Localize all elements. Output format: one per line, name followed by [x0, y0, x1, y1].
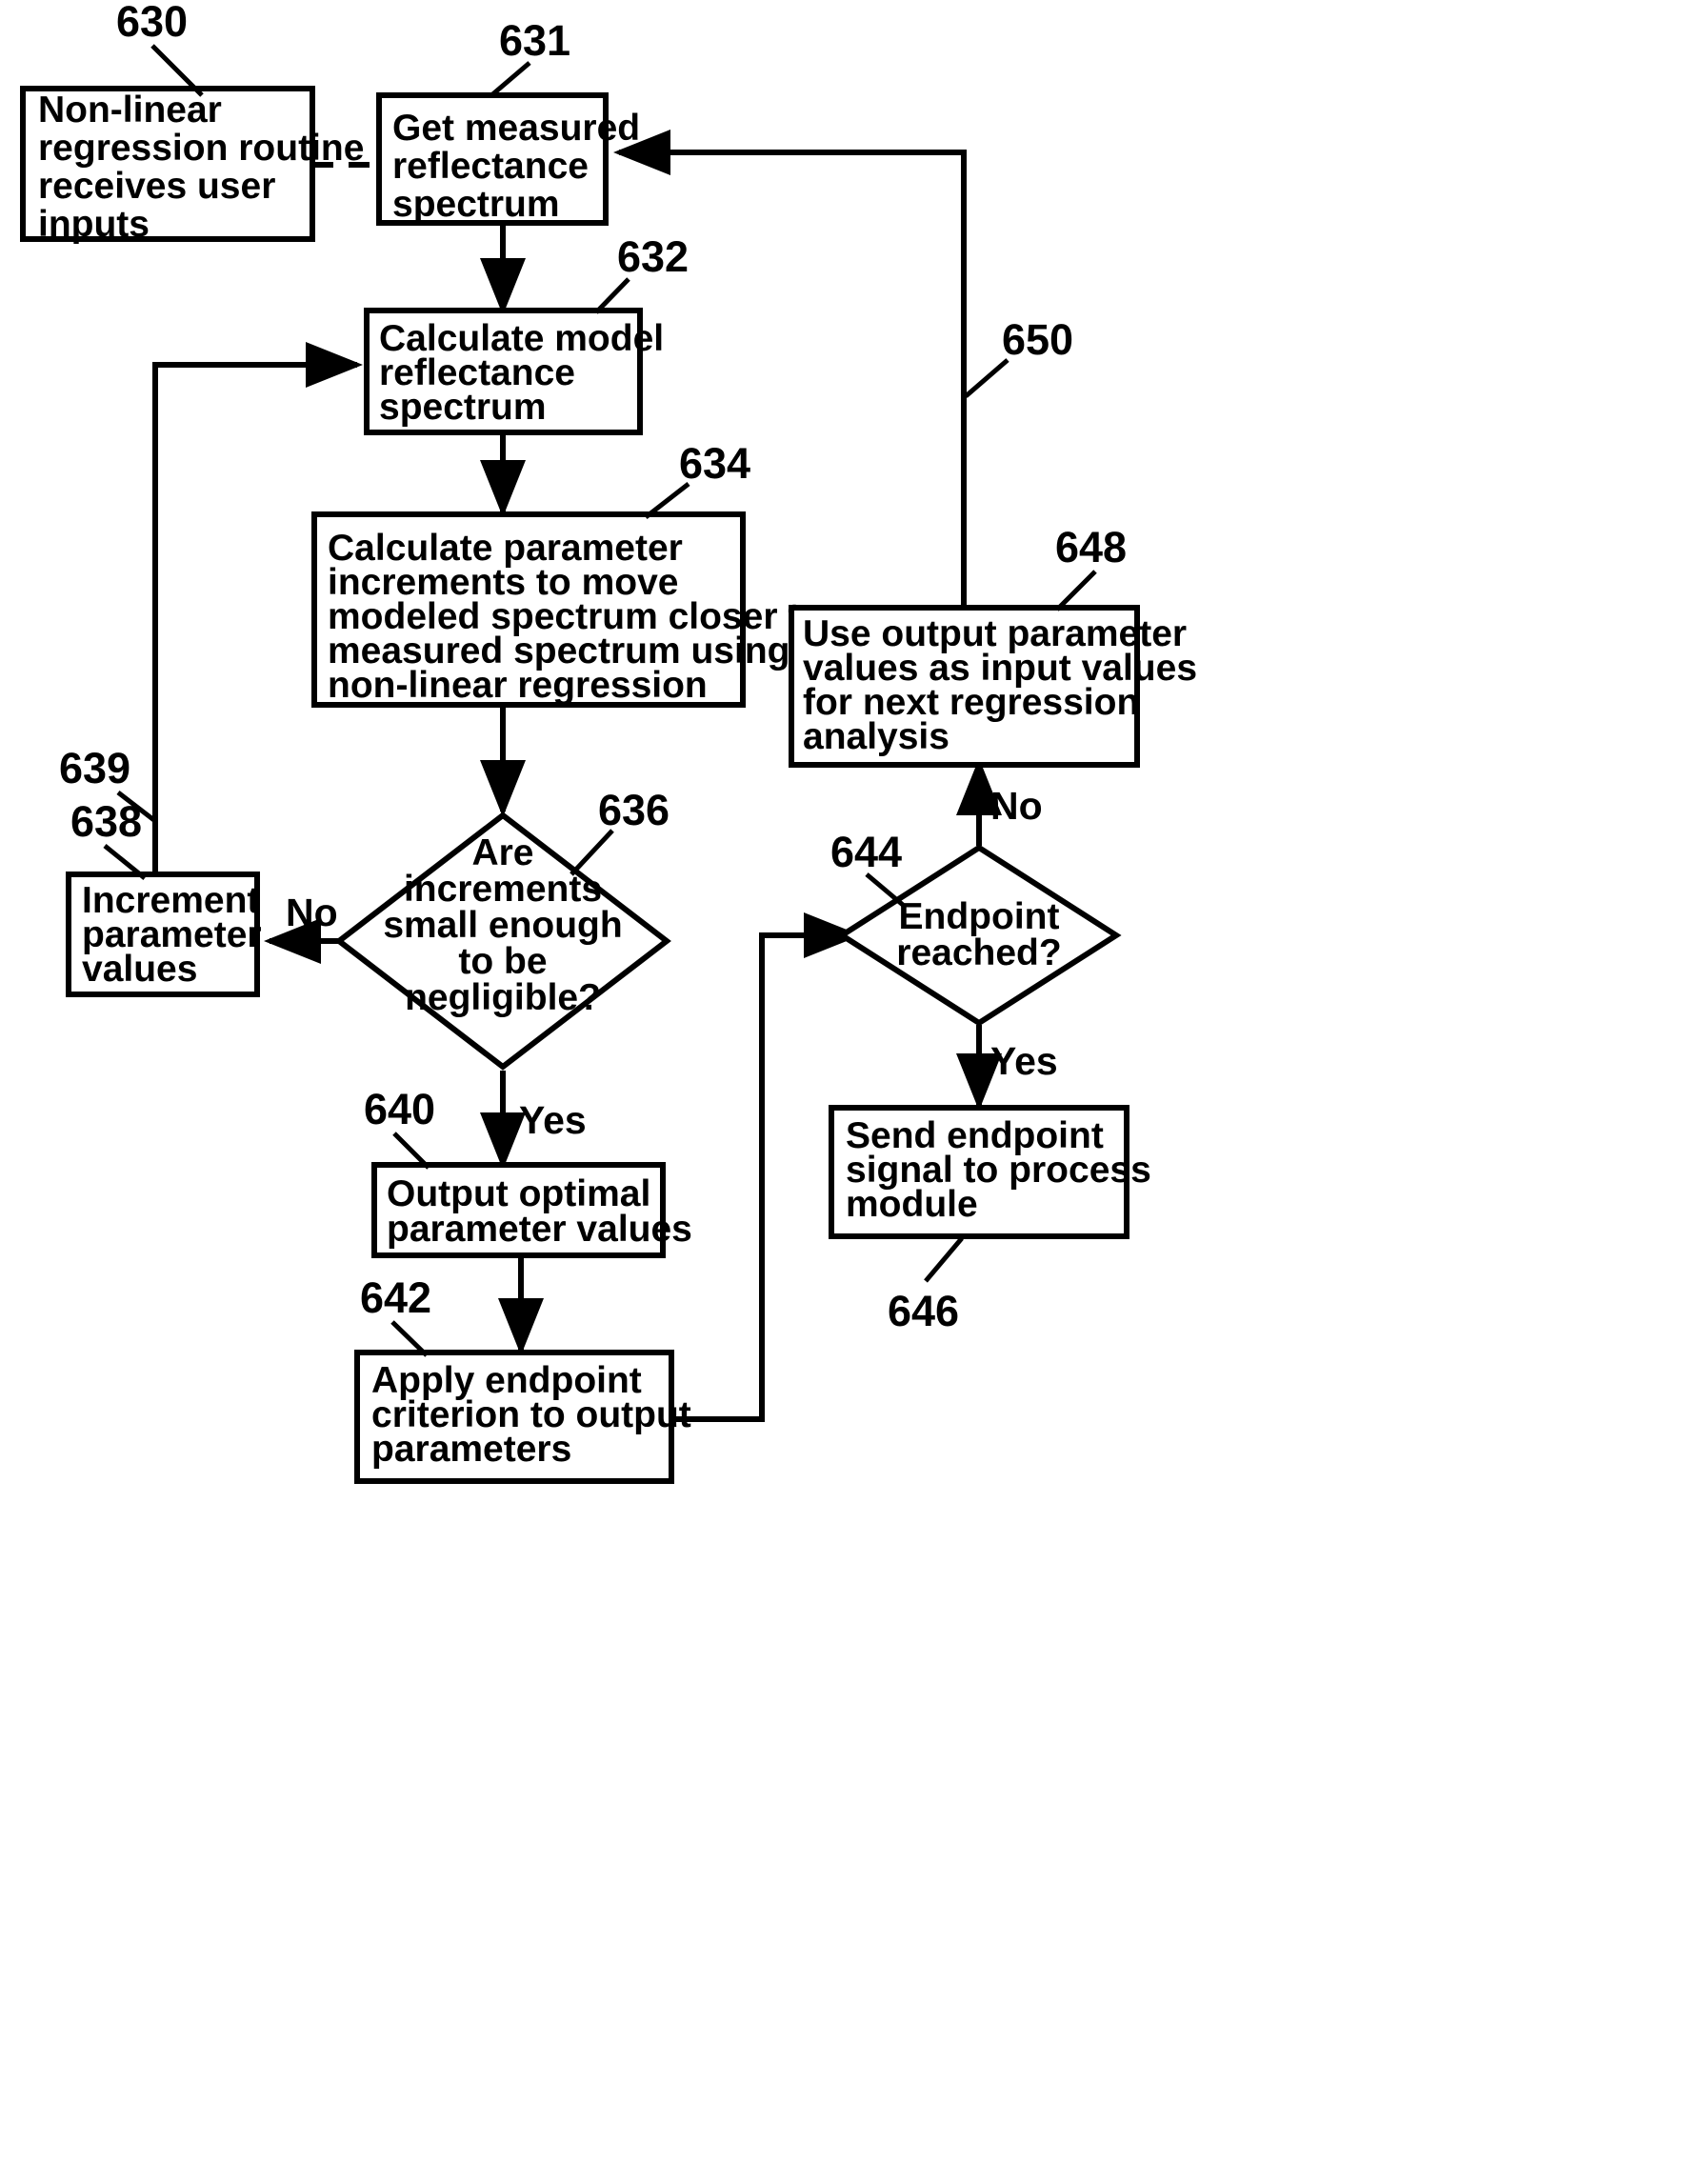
ref-leader-648: 648 — [1055, 523, 1127, 611]
node-648-use-output-parameter-values: Use output parameter values as input val… — [789, 605, 1197, 768]
node-644-line-1: Endpoint — [899, 896, 1060, 937]
ref-leader-640: 640 — [364, 1085, 435, 1170]
edge-label-no-636: No — [286, 891, 338, 934]
ref-label-648: 648 — [1055, 523, 1127, 571]
connector-642-to-644 — [670, 912, 861, 1422]
node-646-line-3: module — [846, 1184, 978, 1225]
node-636-line-1: Are — [471, 832, 533, 873]
node-634-calculate-parameter-increments: Calculate parameter increments to move m… — [311, 511, 823, 708]
node-631-line-1: Get measured — [392, 108, 640, 149]
ref-leader-650: 650 — [964, 315, 1073, 398]
node-634-line-5: non-linear regression — [328, 665, 708, 706]
edge-label-yes-644: Yes — [990, 1039, 1058, 1083]
ref-label-630: 630 — [116, 0, 188, 46]
ref-label-650: 650 — [1002, 315, 1073, 364]
edge-label-yes-636: Yes — [519, 1098, 587, 1142]
node-630-line-3: receives user — [38, 166, 275, 207]
ref-label-632: 632 — [617, 232, 689, 281]
node-644-line-2: reached? — [896, 932, 1061, 973]
ref-label-636: 636 — [598, 786, 670, 834]
ref-leader-630: 630 — [116, 0, 204, 97]
ref-label-640: 640 — [364, 1085, 435, 1133]
node-642-line-3: parameters — [371, 1429, 571, 1470]
node-631-get-measured-reflectance-spectrum: Get measured reflectance spectrum — [376, 92, 640, 226]
ref-label-634: 634 — [679, 439, 750, 488]
node-636-line-4: to be — [458, 941, 547, 982]
ref-leader-634: 634 — [644, 439, 750, 519]
ref-label-644: 644 — [830, 828, 902, 876]
node-640-line-2: parameter values — [387, 1209, 692, 1250]
ref-label-639: 639 — [59, 744, 130, 792]
node-630-line-2: regression routine — [38, 128, 364, 169]
node-631-line-2: reflectance — [392, 146, 589, 187]
node-630-nonlinear-regression-routine: Non-linear regression routine receives u… — [20, 86, 364, 245]
flowchart-canvas: Non-linear regression routine receives u… — [0, 0, 1699, 2184]
ref-leader-646: 646 — [888, 1236, 964, 1335]
node-648-line-4: analysis — [803, 716, 949, 757]
flowchart-svg: Non-linear regression routine receives u… — [20, 0, 1197, 1484]
ref-label-646: 646 — [888, 1287, 959, 1335]
ref-leader-642: 642 — [360, 1273, 431, 1357]
ref-label-631: 631 — [499, 16, 570, 65]
ref-leader-644: 644 — [830, 828, 905, 907]
node-632-calculate-model-reflectance-spectrum: Calculate model reflectance spectrum — [364, 308, 664, 435]
ref-label-642: 642 — [360, 1273, 431, 1322]
node-638-increment-parameter-values: Increment parameter values — [66, 872, 262, 997]
ref-leader-636: 636 — [570, 786, 670, 876]
node-646-send-endpoint-signal: Send endpoint signal to process module — [829, 1105, 1151, 1239]
node-630-line-1: Non-linear — [38, 90, 222, 130]
ref-leader-631: 631 — [489, 16, 570, 98]
node-642-apply-endpoint-criterion: Apply endpoint criterion to output param… — [354, 1350, 691, 1484]
node-631-line-3: spectrum — [392, 184, 560, 225]
ref-leader-638: 638 — [70, 797, 147, 880]
node-636-line-3: small enough — [383, 905, 622, 946]
node-632-line-3: spectrum — [379, 387, 547, 428]
ref-leader-632: 632 — [594, 232, 689, 314]
edge-label-no-644: No — [990, 784, 1043, 828]
node-636-line-5: negligible? — [405, 977, 601, 1018]
node-640-output-optimal-parameter-values: Output optimal parameter values — [371, 1162, 692, 1258]
node-638-line-3: values — [82, 949, 197, 990]
node-630-line-4: inputs — [38, 204, 150, 245]
node-636-are-increments-negligible: Are increments small enough to be neglig… — [334, 811, 671, 1071]
